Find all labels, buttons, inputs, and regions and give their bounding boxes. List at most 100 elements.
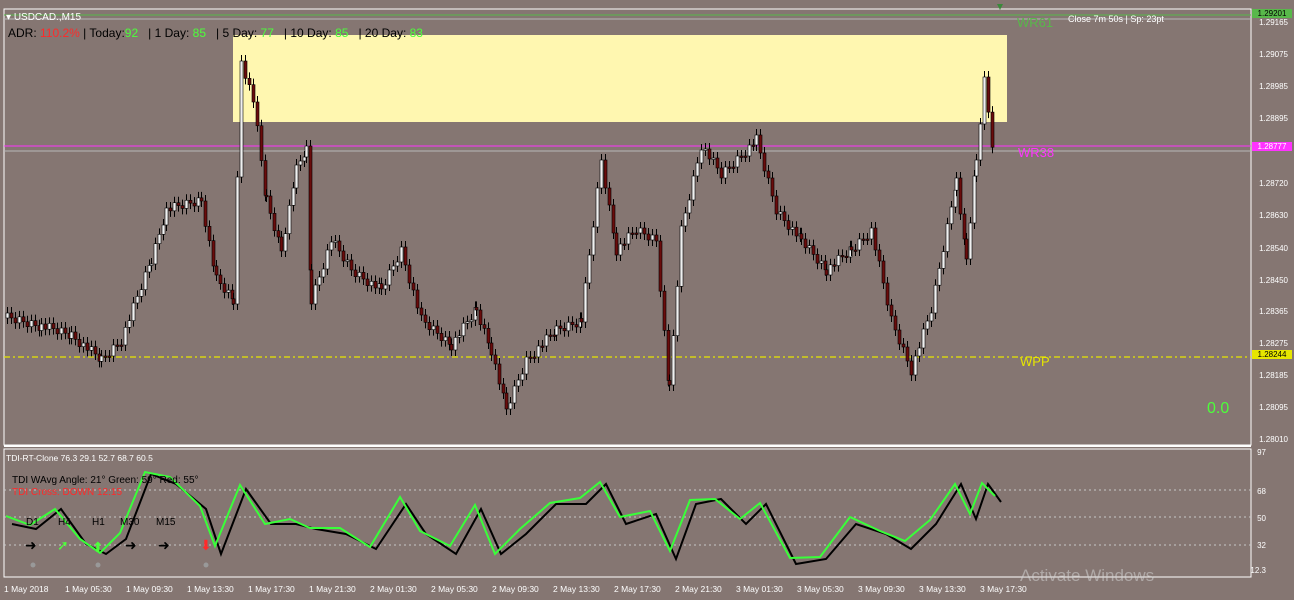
candle-body — [309, 269, 314, 305]
candle-body — [662, 290, 667, 331]
candle-body — [111, 344, 116, 357]
candle-body — [836, 255, 841, 266]
candle-body — [9, 312, 14, 319]
arrow-upright-icon: ➚ — [57, 538, 69, 554]
candle-body — [723, 166, 728, 179]
candle-body — [218, 274, 223, 285]
candle-body — [840, 255, 845, 258]
candle-body — [99, 355, 104, 362]
candle-body — [751, 144, 756, 147]
candle-body — [199, 197, 204, 202]
candle-body — [465, 321, 470, 324]
candle-body — [881, 260, 886, 284]
candle-body — [107, 355, 112, 358]
candle-body — [675, 286, 680, 336]
candle-body — [611, 204, 616, 234]
time-axis-label: 3 May 13:30 — [919, 584, 966, 594]
timeframe-label: H1 — [92, 517, 105, 528]
candle-body — [532, 356, 537, 359]
candle-body — [544, 334, 549, 347]
candle-body — [958, 177, 963, 215]
candle-body — [77, 339, 82, 347]
candle-body — [861, 238, 866, 241]
candle-body — [630, 232, 635, 235]
candle-body — [63, 327, 68, 334]
candle-body — [447, 336, 452, 345]
candle-body — [949, 206, 954, 225]
candle-body — [373, 281, 378, 289]
price-axis-label: 1.28365 — [1259, 307, 1288, 316]
candle-body — [302, 156, 307, 162]
candle-body — [897, 329, 902, 345]
timeframe-label: D1 — [26, 517, 39, 528]
candle-body — [135, 296, 140, 304]
timeframe-label: M30 — [120, 517, 140, 528]
candle-body — [815, 254, 820, 264]
time-axis-label: 1 May 05:30 — [65, 584, 112, 594]
candle-body — [486, 328, 491, 344]
time-axis-label: 2 May 05:30 — [431, 584, 478, 594]
candle-body — [235, 176, 240, 305]
candle-body — [885, 282, 890, 306]
candle-body — [501, 383, 506, 394]
candle-body — [691, 175, 696, 201]
time-axis-label: 2 May 09:30 — [492, 584, 539, 594]
candle-body — [449, 344, 454, 351]
candle-body — [172, 202, 177, 212]
candle-body — [298, 160, 303, 166]
price-chart[interactable]: ➜ ➚ ⬆ ➜ ➜ ⬇ — [0, 0, 1294, 600]
dot-icon — [30, 562, 36, 568]
candle-body — [901, 343, 906, 348]
candle-body — [419, 307, 424, 316]
candle-body — [747, 144, 752, 157]
candle-body — [168, 207, 173, 212]
candle-body — [161, 224, 166, 235]
price-axis-label: 1.28630 — [1259, 211, 1288, 220]
time-axis-label: 1 May 09:30 — [126, 584, 173, 594]
zero-label: 0.0 — [1207, 400, 1230, 417]
candle-body — [877, 249, 882, 262]
wr61-label: WR61 — [1017, 15, 1054, 30]
candle-body — [893, 315, 898, 331]
candle-body — [695, 162, 700, 177]
candle-body — [574, 324, 579, 328]
candle-body — [457, 335, 462, 338]
candle-body — [794, 226, 799, 237]
candle-body — [703, 148, 708, 151]
candle-body — [5, 312, 10, 319]
dot-icon — [95, 562, 101, 568]
candle-body — [203, 200, 208, 227]
candle-body — [39, 323, 44, 331]
candle-body — [143, 271, 148, 290]
candle-body — [554, 325, 559, 336]
candle-body — [149, 263, 154, 266]
candle-body — [287, 205, 292, 234]
candle-body — [329, 241, 334, 251]
candle-body — [626, 232, 631, 245]
candle-body — [945, 223, 950, 252]
candle-body — [917, 347, 922, 357]
candle-body — [566, 321, 571, 332]
price-axis-label: 1.28985 — [1259, 82, 1288, 91]
candle-body — [147, 265, 152, 273]
candle-body — [276, 230, 281, 238]
mt4-chart-window[interactable]: ➜ ➚ ⬆ ➜ ➜ ⬇ ▾ USDCAD.,M15 Close 7m 50s |… — [0, 0, 1294, 600]
candle-body — [807, 245, 812, 249]
time-axis-label: 1 May 2018 — [4, 584, 49, 594]
candle-body — [978, 123, 983, 161]
price-axis-label: 1.28450 — [1259, 276, 1288, 285]
candle-body — [383, 284, 388, 290]
candle-body — [222, 283, 227, 293]
candle-body — [469, 319, 474, 322]
wpp-price-tag: 1.28244 — [1252, 350, 1292, 359]
candle-body — [139, 289, 144, 297]
candle-body — [196, 197, 201, 207]
candle-body — [247, 78, 252, 85]
adr-panel: ADR: 110.2% | Today:92 | 1 Day: 85 | 5 D… — [8, 26, 423, 40]
candle-body — [226, 289, 231, 293]
candle-body — [968, 222, 973, 260]
candle-body — [558, 325, 563, 329]
candle-body — [869, 227, 874, 240]
tdi-cross-text: TDI Cross: DOWN 12:15 — [12, 487, 123, 498]
candle-body — [85, 342, 90, 351]
